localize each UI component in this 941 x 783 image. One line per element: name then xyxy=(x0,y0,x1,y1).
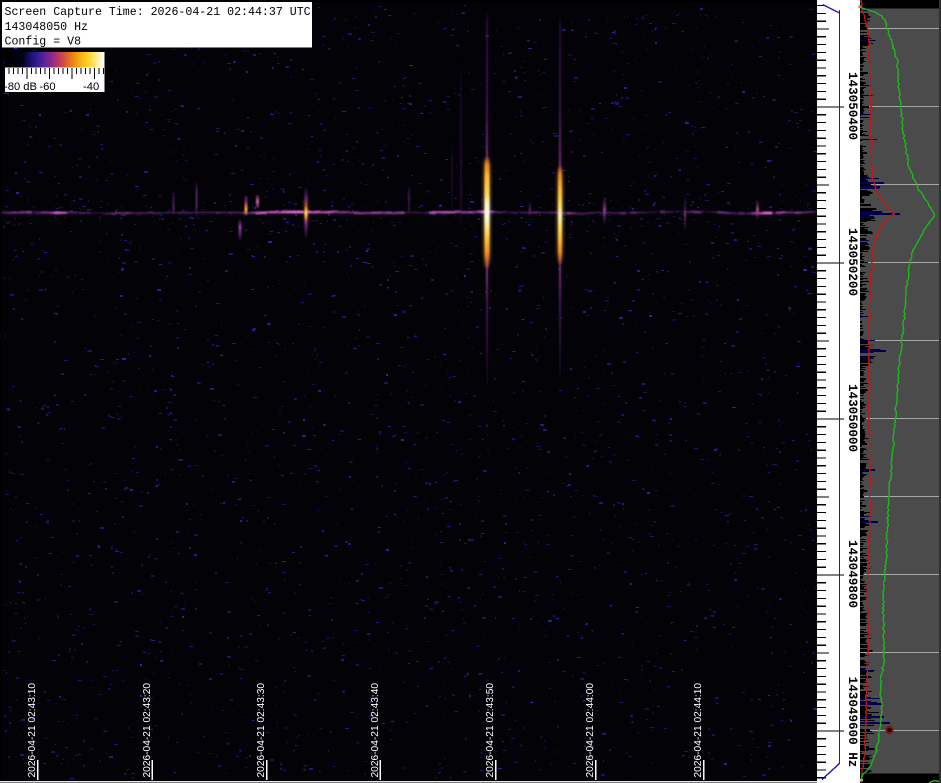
svg-text:143049600 Hz: 143049600 Hz xyxy=(845,677,859,768)
svg-text:143050000: 143050000 xyxy=(845,384,859,452)
svg-text:143050200: 143050200 xyxy=(845,228,859,296)
svg-text:2026-04-21 02:44:10: 2026-04-21 02:44:10 xyxy=(693,683,704,778)
svg-text:-80 dB: -80 dB xyxy=(4,81,37,93)
svg-text:-40: -40 xyxy=(83,81,99,93)
svg-text:143048050 Hz: 143048050 Hz xyxy=(5,21,89,34)
svg-text:2026-04-21 02:43:40: 2026-04-21 02:43:40 xyxy=(370,683,381,778)
svg-text:-60: -60 xyxy=(39,81,55,93)
svg-text:2026-04-21 02:43:30: 2026-04-21 02:43:30 xyxy=(256,683,267,778)
svg-text:2026-04-21 02:44:00: 2026-04-21 02:44:00 xyxy=(585,683,596,778)
svg-text:2026-04-21 02:43:20: 2026-04-21 02:43:20 xyxy=(142,683,153,778)
svg-text:143050400: 143050400 xyxy=(845,72,859,140)
svg-text:Screen Capture Time: 2026-04-2: Screen Capture Time: 2026-04-21 02:44:37… xyxy=(5,6,311,19)
svg-text:143049800: 143049800 xyxy=(845,540,859,608)
svg-text:2026-04-21 02:43:10: 2026-04-21 02:43:10 xyxy=(27,683,38,778)
svg-text:2026-04-21 02:43:50: 2026-04-21 02:43:50 xyxy=(485,683,496,778)
svg-text:Config = V8: Config = V8 xyxy=(5,35,82,48)
